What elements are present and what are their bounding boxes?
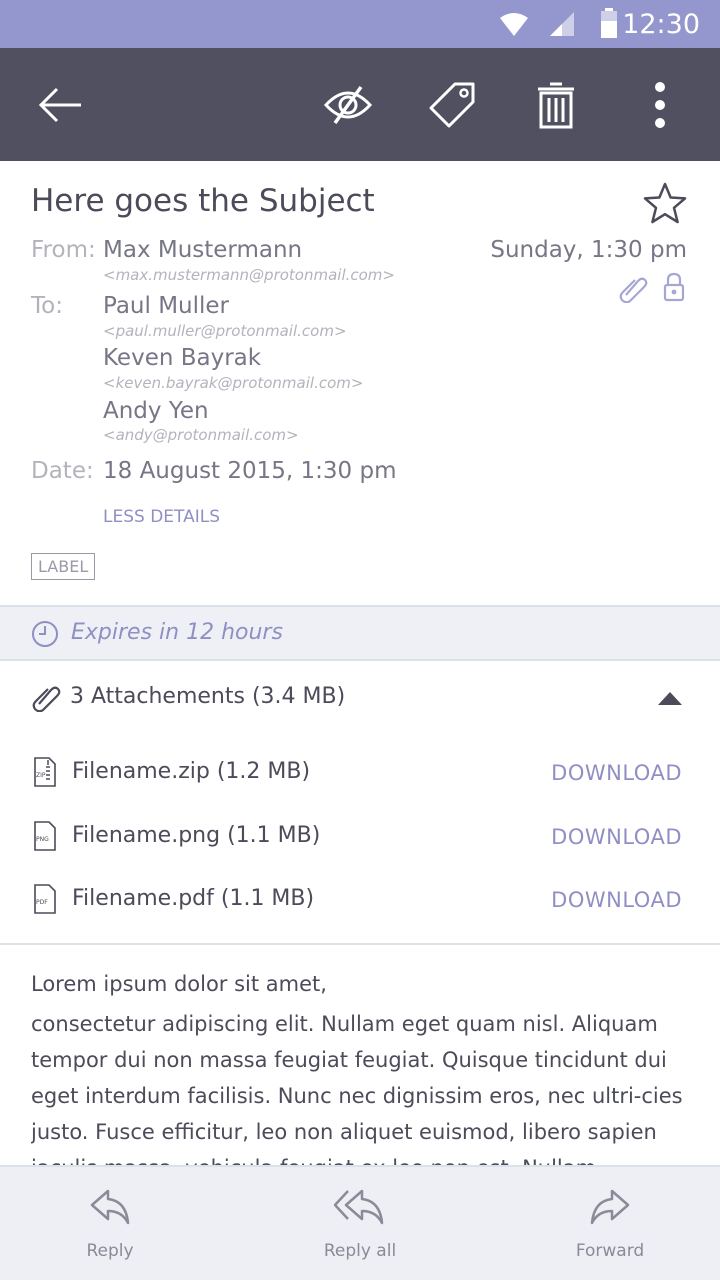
label-button[interactable] — [417, 70, 487, 140]
reply-all-button[interactable]: Reply all — [260, 1167, 460, 1282]
expiration-banner: Expires in 12 hours — [0, 605, 720, 661]
hide-eye-icon — [323, 85, 373, 125]
recipient-name: Andy Yen — [103, 398, 209, 424]
trash-icon — [538, 82, 574, 129]
attachment-indicator-icon — [619, 277, 648, 303]
message-date-short: Sunday, 1:30 pm — [490, 237, 687, 263]
attachments-section: 3 Attachements (3.4 MB) ZIP Filename.zip… — [0, 661, 720, 945]
svg-text:PNG: PNG — [36, 836, 49, 843]
date-label: Date: — [31, 458, 94, 484]
delete-button[interactable] — [521, 70, 591, 140]
to-label: To: — [31, 293, 63, 319]
tag-icon — [429, 82, 475, 128]
app-toolbar — [0, 48, 720, 161]
reply-icon — [90, 1189, 130, 1225]
attachment-filename: Filename.zip (1.2 MB) — [72, 759, 311, 784]
wifi-icon — [500, 13, 528, 36]
reply-all-label: Reply all — [323, 1241, 397, 1261]
attachment-filename: Filename.png (1.1 MB) — [72, 823, 321, 848]
back-button[interactable] — [25, 70, 95, 140]
recipient-name: Keven Bayrak — [103, 345, 262, 371]
clock-icon — [32, 621, 58, 647]
attachment-filename: Filename.pdf (1.1 MB) — [72, 886, 315, 911]
download-button[interactable]: DOWNLOAD — [551, 825, 682, 849]
reply-label: Reply — [86, 1241, 134, 1261]
message-subject: Here goes the Subject — [31, 183, 375, 219]
battery-icon — [601, 8, 617, 38]
pdf-file-icon: PDF — [34, 884, 56, 914]
reply-all-icon — [334, 1189, 384, 1225]
png-file-icon: PNG — [34, 821, 56, 851]
zip-file-icon: ZIP — [34, 757, 56, 787]
collapse-triangle-icon[interactable] — [657, 690, 683, 706]
svg-text:PDF: PDF — [36, 899, 48, 906]
lock-icon — [663, 272, 685, 302]
message-body: Lorem ipsum dolor sit amet, consectetur … — [31, 966, 691, 1166]
message-label-badge[interactable]: LABEL — [31, 553, 96, 580]
recipient-name: Paul Muller — [103, 293, 230, 319]
forward-label: Forward — [575, 1241, 645, 1261]
recipient-email: <paul.muller@protonmail.com> — [103, 322, 347, 340]
signal-icon — [550, 12, 574, 36]
download-button[interactable]: DOWNLOAD — [551, 761, 682, 785]
star-icon[interactable] — [642, 181, 688, 225]
body-text: consectetur adipiscing elit. Nullam eget… — [31, 1012, 683, 1166]
expiration-text: Expires in 12 hours — [71, 620, 283, 645]
status-bar: 12:30 — [0, 0, 720, 48]
forward-icon — [590, 1189, 630, 1225]
mark-unread-button[interactable] — [313, 70, 383, 140]
attachment-item: PNG Filename.png (1.1 MB) DOWNLOAD — [0, 813, 720, 863]
sender-name: Max Mustermann — [103, 237, 303, 263]
body-first-line: Lorem ipsum dolor sit amet, — [31, 972, 327, 996]
back-arrow-icon — [38, 87, 81, 123]
attachment-item: ZIP Filename.zip (1.2 MB) DOWNLOAD — [0, 749, 720, 799]
bottom-action-bar: Reply Reply all Forward — [0, 1165, 720, 1280]
less-details-link[interactable]: LESS DETAILS — [103, 507, 220, 527]
more-options-button[interactable] — [625, 70, 695, 140]
forward-button[interactable]: Forward — [510, 1167, 710, 1282]
status-time: 12:30 — [622, 9, 700, 40]
recipient-email: <keven.bayrak@protonmail.com> — [103, 374, 364, 392]
paperclip-icon — [32, 686, 61, 712]
recipient-email: <andy@protonmail.com> — [103, 426, 299, 444]
attachment-item: PDF Filename.pdf (1.1 MB) DOWNLOAD — [0, 876, 720, 926]
reply-button[interactable]: Reply — [10, 1167, 210, 1282]
attachments-title: 3 Attachements (3.4 MB) — [70, 684, 346, 709]
download-button[interactable]: DOWNLOAD — [551, 888, 682, 912]
from-label: From: — [31, 237, 96, 263]
more-vert-icon — [655, 82, 665, 128]
message-header: Here goes the Subject From: Max Musterma… — [0, 161, 720, 605]
message-date: 18 August 2015, 1:30 pm — [103, 458, 397, 484]
svg-text:ZIP: ZIP — [36, 772, 46, 779]
sender-email: <max.mustermann@protonmail.com> — [103, 266, 395, 284]
